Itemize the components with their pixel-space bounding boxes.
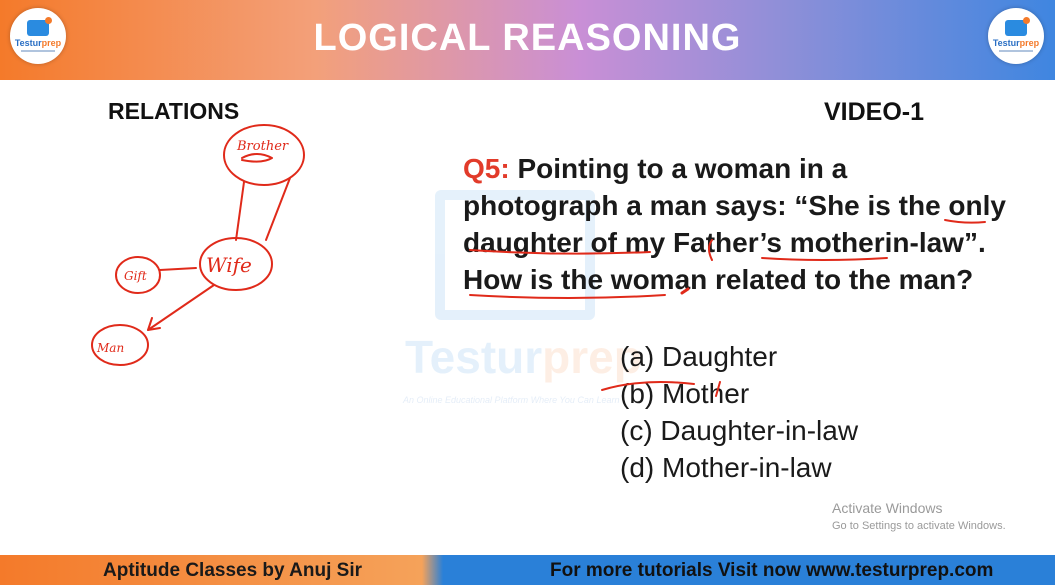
handwritten-annotations: Brother Wife Gift Man [91, 124, 986, 397]
activate-windows-notice: Activate Windows Go to Settings to activ… [832, 500, 1006, 532]
diagram-label-wife: Wife [206, 253, 252, 277]
activate-windows-title: Activate Windows [832, 500, 943, 516]
diagram-label-brother: Brother [236, 139, 289, 154]
footer-website-link[interactable]: For more tutorials Visit now www.testurp… [550, 560, 993, 582]
diagram-label-gift: Gift [124, 269, 147, 283]
diagram-label-man: Man [96, 341, 124, 355]
activate-windows-subtitle: Go to Settings to activate Windows. [832, 520, 1006, 532]
footer-left-text: Aptitude Classes by Anuj Sir [103, 560, 363, 581]
